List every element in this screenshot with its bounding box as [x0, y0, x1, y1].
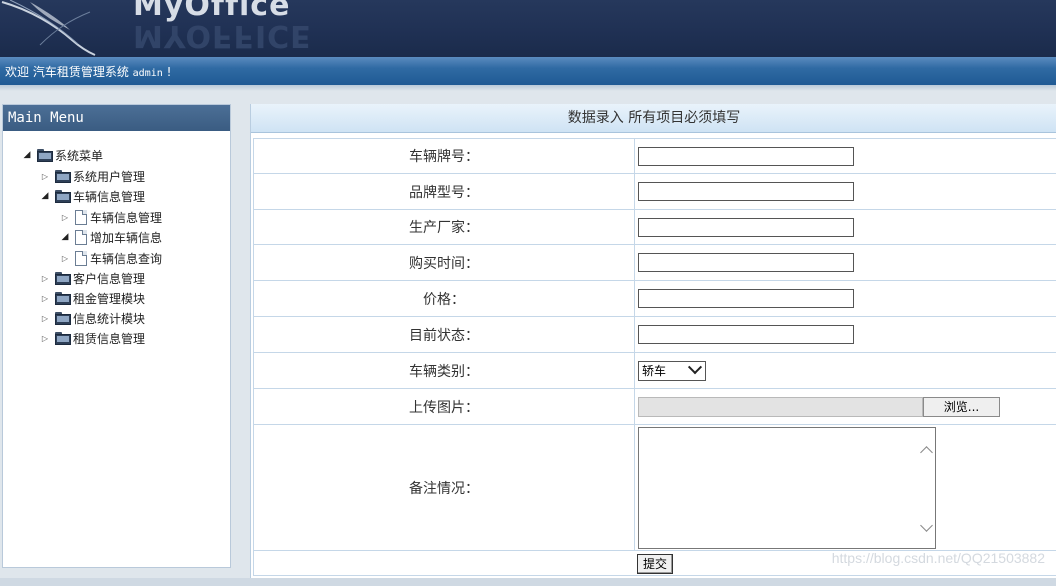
form-row: 价格：: [253, 280, 1056, 317]
price-input[interactable]: [638, 289, 854, 308]
document-icon: [75, 209, 87, 225]
form-row: 车辆牌号：: [253, 138, 1056, 174]
folder-icon: [55, 331, 71, 345]
form-row: 车辆类别： 轿车: [253, 352, 1056, 389]
form-row: 生产厂家：: [253, 209, 1056, 245]
file-upload: 浏览...: [638, 396, 1056, 417]
welcome-bar: 欢迎 汽车租赁管理系统 admin !: [0, 57, 1056, 85]
sidebar-subitem-vehicle-management[interactable]: ▷ 车辆信息管理: [59, 207, 162, 227]
expand-arrow-icon[interactable]: ◢: [21, 150, 33, 160]
folder-icon: [55, 291, 71, 305]
field-label: 购买时间：: [253, 244, 635, 281]
field-label: 车辆类别：: [253, 352, 635, 389]
plate-number-input[interactable]: [638, 146, 854, 166]
field-label: 生产厂家：: [253, 209, 635, 245]
tree-root-label: 系统菜单: [55, 148, 104, 163]
watermark-text: https://blog.csdn.net/QQ21503882: [831, 550, 1045, 566]
form-title: 数据录入 所有项目必须填写: [251, 104, 1056, 133]
remarks-textarea[interactable]: [638, 426, 936, 549]
scroll-up-icon[interactable]: [920, 445, 933, 459]
field-label: 价格：: [253, 280, 635, 317]
browse-button[interactable]: 浏览...: [923, 396, 1000, 417]
tree-root[interactable]: ◢ 系统菜单: [21, 145, 103, 165]
logo-reflection: MYOFFICE: [133, 18, 312, 53]
purchase-date-input[interactable]: [638, 253, 854, 272]
sidebar-subitem-label: 增加车辆信息: [90, 230, 163, 245]
collapse-arrow-icon[interactable]: ▷: [59, 213, 71, 222]
sidebar-title: Main Menu: [3, 105, 230, 131]
sidebar-item-label: 租赁信息管理: [73, 331, 146, 346]
collapse-arrow-icon[interactable]: ▷: [39, 314, 51, 323]
field-label: 车辆牌号：: [253, 138, 635, 174]
collapse-arrow-icon[interactable]: ▷: [59, 254, 71, 263]
expand-arrow-icon[interactable]: ◢: [39, 191, 51, 201]
sidebar-item-rental-info[interactable]: ▷ 租赁信息管理: [39, 328, 145, 348]
welcome-suffix: !: [166, 65, 172, 79]
form-row: 上传图片： 浏览...: [253, 388, 1056, 425]
main-content: 数据录入 所有项目必须填写 车辆牌号： 品牌型号： 生产厂家： 购买时间： 价格…: [250, 104, 1056, 578]
document-icon: [75, 250, 87, 266]
sidebar-item-label: 客户信息管理: [73, 271, 146, 286]
collapse-arrow-icon[interactable]: ▷: [39, 274, 51, 283]
field-label: 品牌型号：: [253, 173, 635, 210]
collapse-arrow-icon[interactable]: ▷: [39, 334, 51, 343]
header-divider: [0, 85, 1056, 91]
folder-icon: [55, 271, 71, 285]
form-row: 备注情况：: [253, 424, 1056, 551]
welcome-user: admin: [132, 68, 163, 79]
form-row: 目前状态：: [253, 316, 1056, 353]
folder-icon: [55, 169, 71, 183]
sidebar-item-label: 系统用户管理: [73, 169, 146, 184]
collapse-arrow-icon[interactable]: ▷: [39, 172, 51, 181]
sidebar-item-label: 车辆信息管理: [73, 189, 146, 204]
form-row: 品牌型号：: [253, 173, 1056, 210]
folder-icon: [55, 311, 71, 325]
folder-icon: [55, 189, 71, 203]
scroll-down-icon[interactable]: [920, 518, 933, 532]
sidebar-item-label: 信息统计模块: [73, 311, 146, 326]
data-entry-form: 车辆牌号： 品牌型号： 生产厂家： 购买时间： 价格： 目前状态： 车辆类别：: [253, 138, 1056, 576]
status-input[interactable]: [638, 325, 854, 344]
manufacturer-input[interactable]: [638, 217, 854, 237]
field-label: 上传图片：: [253, 388, 635, 425]
field-label: 备注情况：: [253, 424, 635, 551]
sidebar-item-statistics[interactable]: ▷ 信息统计模块: [39, 308, 145, 328]
selected-value: 轿车: [642, 364, 667, 378]
chevron-down-icon: [687, 359, 703, 374]
sidebar-subitem-vehicle-query[interactable]: ▷ 车辆信息查询: [59, 248, 162, 268]
sidebar-subitem-label: 车辆信息查询: [90, 251, 163, 266]
sidebar-item-user-management[interactable]: ▷ 系统用户管理: [39, 166, 145, 186]
sidebar-item-customer[interactable]: ▷ 客户信息管理: [39, 268, 145, 288]
sidebar: Main Menu ◢ 系统菜单 ▷ 系统用户管理 ◢ 车辆信息管理 ▷ 车辆信…: [2, 104, 231, 568]
sidebar-subitem-label: 车辆信息管理: [90, 210, 163, 225]
brand-model-input[interactable]: [638, 182, 854, 201]
folder-icon: [37, 148, 53, 162]
sidebar-item-label: 租金管理模块: [73, 291, 146, 306]
app-header: MyOffice MYOFFICE: [0, 0, 1056, 57]
welcome-text: 欢迎 汽车租赁管理系统 admin !: [5, 63, 171, 80]
logo-swirl-icon: [1, 0, 96, 56]
field-label: 目前状态：: [253, 316, 635, 353]
sidebar-item-rent[interactable]: ▷ 租金管理模块: [39, 288, 145, 308]
form-row: 购买时间：: [253, 244, 1056, 281]
footer-strip: [0, 578, 1056, 586]
expand-arrow-icon[interactable]: ◢: [59, 232, 71, 242]
sidebar-subitem-add-vehicle[interactable]: ◢ 增加车辆信息: [59, 227, 162, 247]
vehicle-category-select[interactable]: 轿车: [638, 359, 706, 381]
collapse-arrow-icon[interactable]: ▷: [39, 294, 51, 303]
sidebar-item-vehicle-info[interactable]: ◢ 车辆信息管理: [39, 186, 145, 206]
document-icon: [75, 229, 87, 245]
submit-button[interactable]: 提交: [637, 553, 673, 574]
file-path-field[interactable]: [638, 396, 923, 417]
welcome-greeting: 欢迎 汽车租赁管理系统: [5, 65, 129, 79]
